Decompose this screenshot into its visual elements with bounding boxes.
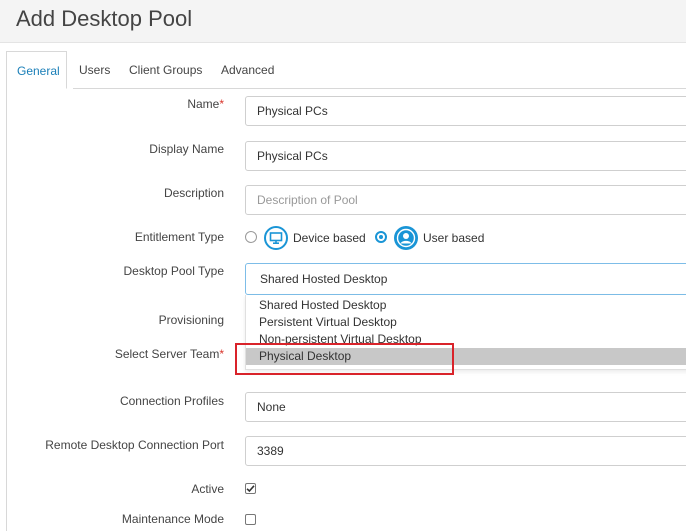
device-based-label[interactable]: Device based <box>293 231 366 245</box>
tab-divider <box>73 88 686 89</box>
dropdown-option[interactable]: Persistent Virtual Desktop <box>246 314 686 331</box>
monitor-icon <box>264 226 288 250</box>
tab-general[interactable]: General <box>6 51 67 89</box>
tab-advanced[interactable]: Advanced <box>211 51 284 88</box>
description-field[interactable]: Description of Pool <box>245 185 686 215</box>
connection-profiles-select[interactable]: None <box>245 392 686 422</box>
checkmark-icon <box>246 485 255 493</box>
display-name-field[interactable]: Physical PCs <box>245 141 686 171</box>
provisioning-label: Provisioning <box>158 313 224 327</box>
name-field[interactable]: Physical PCs <box>245 96 686 126</box>
user-icon <box>394 226 418 250</box>
display-name-label: Display Name <box>149 142 224 156</box>
tab-bar: General Users Client Groups Advanced <box>6 51 686 89</box>
tab-users[interactable]: Users <box>69 51 120 88</box>
active-label: Active <box>191 482 224 496</box>
panel-border <box>6 88 7 531</box>
user-based-radio[interactable] <box>375 231 387 243</box>
entitlement-type-label: Entitlement Type <box>134 230 224 244</box>
page-title: Add Desktop Pool <box>16 6 193 31</box>
rdp-port-field[interactable]: 3389 <box>245 436 686 466</box>
device-based-radio[interactable] <box>245 231 257 243</box>
tab-client-groups[interactable]: Client Groups <box>119 51 212 88</box>
user-based-label[interactable]: User based <box>423 231 484 245</box>
required-mark: * <box>219 347 224 361</box>
maintenance-mode-label: Maintenance Mode <box>121 512 224 526</box>
desktop-pool-type-label: Desktop Pool Type <box>123 264 224 278</box>
name-label: Name* <box>187 97 224 111</box>
desktop-pool-type-select[interactable]: Shared Hosted Desktop <box>245 263 686 295</box>
connection-profiles-label: Connection Profiles <box>119 394 224 408</box>
dropdown-option[interactable]: Shared Hosted Desktop <box>246 297 686 314</box>
required-mark: * <box>219 97 224 111</box>
title-bar: Add Desktop Pool <box>0 0 686 43</box>
server-team-label: Select Server Team* <box>114 347 224 361</box>
active-checkbox[interactable] <box>245 483 256 494</box>
maintenance-mode-checkbox[interactable] <box>245 514 256 525</box>
rdp-port-label: Remote Desktop Connection Port <box>45 438 224 452</box>
description-label: Description <box>163 186 224 200</box>
annotation-highlight-box <box>235 343 454 375</box>
